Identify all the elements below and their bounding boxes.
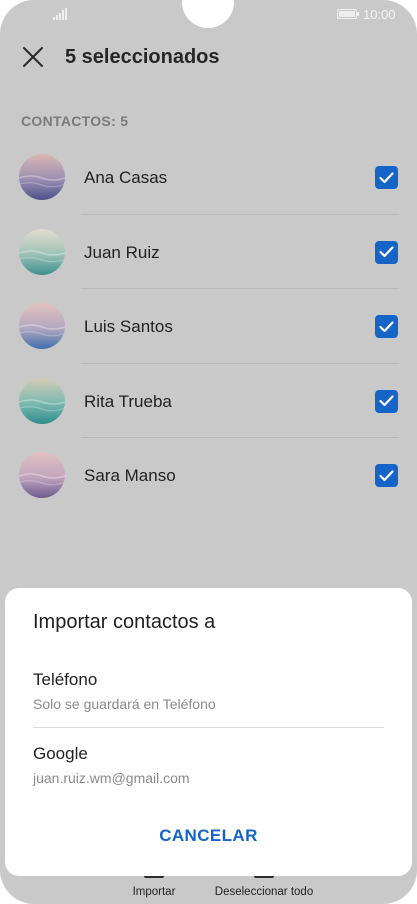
contact-list: Ana Casas Juan Ruiz Luis Santos Rita Trueba… [0,140,417,513]
option-google-title: Google [33,744,88,763]
deselect-label: Deseleccionar todo [214,886,314,898]
close-icon [23,47,43,67]
contact-checkbox[interactable] [375,464,398,488]
signal-icon [53,8,67,20]
battery-icon [337,9,359,19]
sheet-divider [33,727,384,728]
contact-avatar [19,377,65,424]
contact-row[interactable]: Ana Casas [0,140,417,215]
contact-avatar [19,154,65,200]
option-phone-subtitle: Solo se guardará en Teléfono [33,696,216,712]
contact-checkbox[interactable] [375,389,398,413]
checkmark-icon [379,470,394,481]
option-google-subtitle: juan.ruiz.wm@gmail.com [33,770,190,786]
contacts-count-label: CONTACTOS: 5 [21,113,129,129]
sheet-title: Importar contactos a [33,611,216,633]
contact-avatar [19,452,65,499]
phone-screen: 10:00 5 seleccionados CONTACTOS: 5 Ana C… [0,0,417,904]
contact-name: Rita Trueba [84,391,172,411]
checkmark-icon [379,321,394,332]
contact-avatar [19,228,65,275]
status-time: 10:00 [363,7,396,22]
close-button[interactable] [14,38,52,76]
checkmark-icon [379,246,394,258]
contact-checkbox[interactable] [375,315,398,339]
camera-notch [182,0,234,28]
contact-row[interactable]: Luis Santos [0,289,417,364]
contact-row[interactable]: Juan Ruiz [0,215,417,290]
contact-row[interactable]: Rita Trueba [0,364,417,439]
contact-name: Luis Santos [84,317,173,337]
import-label: Importar [132,886,176,898]
contact-name: Juan Ruiz [84,242,160,262]
option-phone-title: Teléfono [33,670,98,689]
contact-avatar [19,303,65,350]
cancel-button[interactable]: CANCELAR [5,826,412,846]
checkmark-icon [379,395,394,407]
import-destination-sheet: Importar contactos a Teléfono Solo se gu… [5,588,412,876]
contact-name: Sara Manso [84,466,176,486]
contact-checkbox[interactable] [375,166,398,189]
status-bar: 10:00 [0,0,417,30]
selection-header: 5 seleccionados [0,30,417,86]
option-google[interactable]: Google juan.ruiz.wm@gmail.com [5,730,412,802]
contact-name: Ana Casas [84,168,168,187]
checkmark-icon [379,171,394,183]
page-title: 5 seleccionados [65,46,220,68]
option-phone[interactable]: Teléfono Solo se guardará en Teléfono [5,656,412,728]
contact-row[interactable]: Sara Manso [0,438,417,513]
contact-checkbox[interactable] [375,240,398,264]
